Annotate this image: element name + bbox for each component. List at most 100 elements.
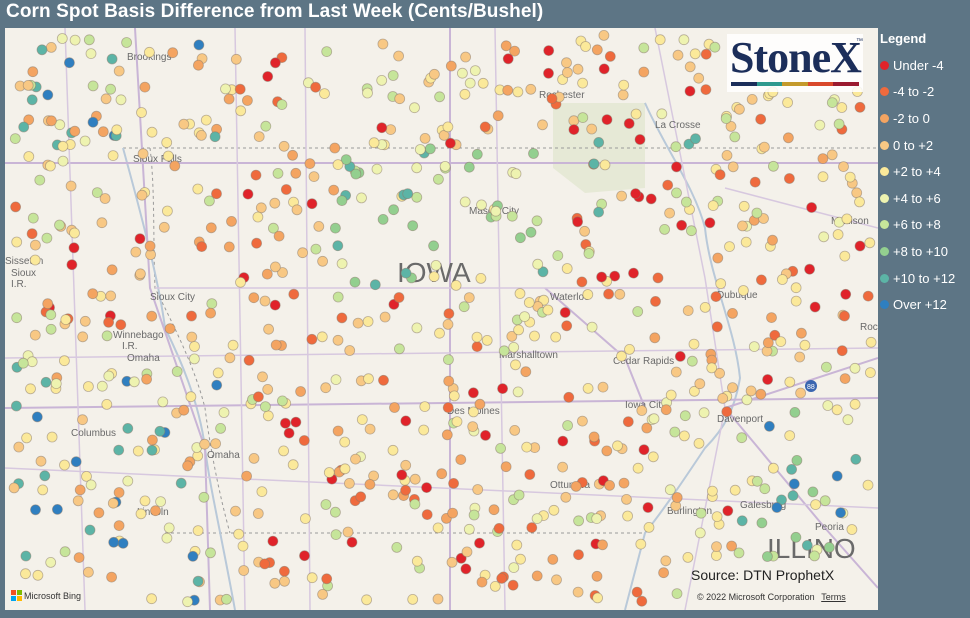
basis-point[interactable] xyxy=(276,99,288,110)
basis-point[interactable] xyxy=(572,586,584,598)
basis-point[interactable] xyxy=(195,130,207,141)
basis-point[interactable] xyxy=(121,37,132,48)
basis-point[interactable] xyxy=(436,468,448,480)
basis-point[interactable] xyxy=(721,150,733,161)
basis-point[interactable] xyxy=(736,432,748,444)
basis-point[interactable] xyxy=(259,295,271,307)
basis-point[interactable] xyxy=(306,333,318,345)
basis-point[interactable] xyxy=(682,305,694,317)
basis-point[interactable] xyxy=(362,316,374,327)
basis-point[interactable] xyxy=(618,79,630,91)
basis-point[interactable] xyxy=(69,34,81,46)
basis-point[interactable] xyxy=(77,331,89,343)
basis-point[interactable] xyxy=(562,420,573,431)
basis-point[interactable] xyxy=(659,223,670,235)
basis-point[interactable] xyxy=(235,105,247,117)
basis-point[interactable] xyxy=(502,84,514,96)
basis-point[interactable] xyxy=(460,51,472,63)
basis-point[interactable] xyxy=(477,77,489,89)
basis-point[interactable] xyxy=(543,45,555,57)
basis-point[interactable] xyxy=(601,114,613,125)
basis-point[interactable] xyxy=(839,373,851,385)
basis-point[interactable] xyxy=(270,339,282,351)
basis-point[interactable] xyxy=(839,310,850,322)
basis-point[interactable] xyxy=(146,444,158,456)
basis-point[interactable] xyxy=(256,486,268,498)
basis-point[interactable] xyxy=(269,261,281,273)
basis-point[interactable] xyxy=(588,431,600,443)
basis-point[interactable] xyxy=(678,34,690,46)
basis-point[interactable] xyxy=(66,259,78,271)
basis-point[interactable] xyxy=(297,247,309,259)
basis-point[interactable] xyxy=(612,440,623,452)
basis-point[interactable] xyxy=(561,263,573,274)
basis-point[interactable] xyxy=(321,46,333,58)
basis-point[interactable] xyxy=(481,334,493,346)
basis-point[interactable] xyxy=(446,556,458,568)
basis-point[interactable] xyxy=(339,436,351,448)
basis-point[interactable] xyxy=(158,221,170,233)
basis-point[interactable] xyxy=(400,484,412,496)
basis-point[interactable] xyxy=(676,219,687,231)
basis-point[interactable] xyxy=(842,414,854,426)
basis-point[interactable] xyxy=(463,523,475,535)
basis-point[interactable] xyxy=(568,124,580,135)
basis-point[interactable] xyxy=(369,279,381,291)
basis-point[interactable] xyxy=(756,517,768,529)
basis-point[interactable] xyxy=(101,330,113,342)
basis-point[interactable] xyxy=(851,187,863,199)
basis-point[interactable] xyxy=(790,295,802,307)
basis-point[interactable] xyxy=(192,575,204,587)
basis-point[interactable] xyxy=(45,41,57,53)
basis-point[interactable] xyxy=(542,304,554,316)
basis-point[interactable] xyxy=(41,232,53,244)
basis-point[interactable] xyxy=(320,382,332,394)
basis-point[interactable] xyxy=(18,121,30,133)
basis-point[interactable] xyxy=(421,509,433,521)
basis-point[interactable] xyxy=(822,400,834,411)
basis-point[interactable] xyxy=(652,272,664,284)
basis-point[interactable] xyxy=(46,115,57,127)
basis-point[interactable] xyxy=(686,225,697,237)
basis-point[interactable] xyxy=(146,126,158,138)
basis-point[interactable] xyxy=(604,479,615,491)
basis-point[interactable] xyxy=(377,38,389,50)
basis-point[interactable] xyxy=(106,53,118,65)
basis-point[interactable] xyxy=(628,267,639,279)
basis-point[interactable] xyxy=(693,72,705,84)
basis-point[interactable] xyxy=(432,593,444,605)
basis-point[interactable] xyxy=(850,453,862,465)
basis-point[interactable] xyxy=(679,410,691,422)
basis-point[interactable] xyxy=(839,250,851,262)
basis-point[interactable] xyxy=(734,103,745,115)
basis-point[interactable] xyxy=(621,493,632,505)
basis-point[interactable] xyxy=(810,499,821,511)
basis-point[interactable] xyxy=(573,515,584,527)
basis-point[interactable] xyxy=(496,573,508,584)
basis-point[interactable] xyxy=(523,297,535,308)
basis-point[interactable] xyxy=(57,155,69,167)
basis-point[interactable] xyxy=(10,201,22,213)
basis-point[interactable] xyxy=(144,240,156,252)
basis-point[interactable] xyxy=(432,173,444,185)
basis-point[interactable] xyxy=(767,234,778,246)
basis-point[interactable] xyxy=(638,66,650,78)
basis-point[interactable] xyxy=(586,123,598,135)
basis-point[interactable] xyxy=(20,568,31,580)
basis-point[interactable] xyxy=(101,398,113,410)
basis-point[interactable] xyxy=(443,308,455,320)
basis-point[interactable] xyxy=(205,307,217,319)
basis-point[interactable] xyxy=(316,331,328,343)
basis-point[interactable] xyxy=(572,63,584,75)
basis-point[interactable] xyxy=(618,477,630,489)
basis-point[interactable] xyxy=(638,444,650,456)
basis-point[interactable] xyxy=(45,557,57,568)
basis-point[interactable] xyxy=(806,202,817,213)
basis-point[interactable] xyxy=(103,316,114,328)
basis-point[interactable] xyxy=(330,374,342,386)
basis-point[interactable] xyxy=(46,431,58,443)
basis-point[interactable] xyxy=(269,577,281,589)
basis-point[interactable] xyxy=(409,498,421,510)
basis-point[interactable] xyxy=(547,554,559,565)
basis-point[interactable] xyxy=(378,374,389,386)
